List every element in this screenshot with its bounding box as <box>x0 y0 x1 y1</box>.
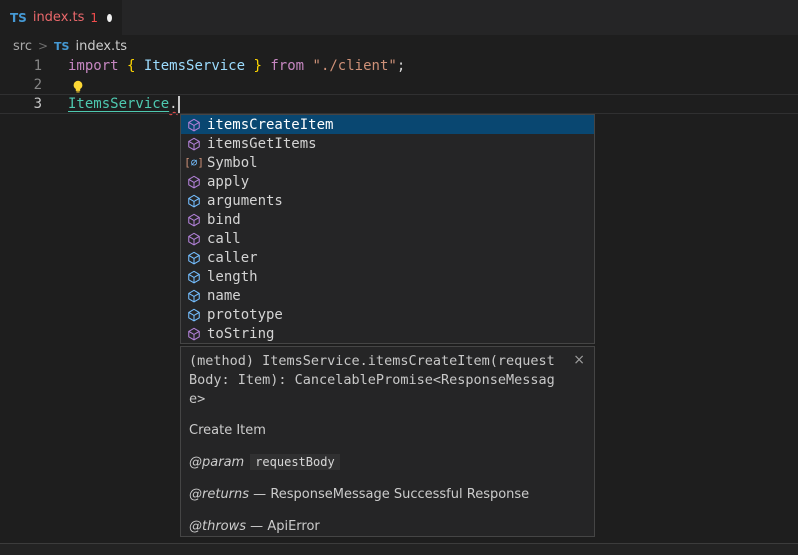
modified-dot-icon[interactable] <box>107 14 112 22</box>
suggest-item-bind[interactable]: bind <box>181 210 594 229</box>
suggest-label: arguments <box>207 193 283 209</box>
code-token: ItemsService <box>144 58 245 74</box>
code-token: "./client" <box>313 58 397 74</box>
suggest-label: itemsGetItems <box>207 136 317 152</box>
code-line[interactable]: 3ItemsService. <box>0 95 798 114</box>
symbol-method-icon <box>186 174 202 190</box>
tag-value: requestBody <box>250 454 339 470</box>
tab-bar: TS index.ts 1 <box>0 0 798 35</box>
code-text: import { ItemsService } from "./client"; <box>42 57 405 76</box>
breadcrumb-folder[interactable]: src <box>13 39 32 54</box>
line-number: 3 <box>0 95 42 114</box>
close-icon[interactable]: × <box>573 352 585 368</box>
typescript-file-icon: TS <box>54 40 69 53</box>
tag-dash: — <box>249 487 270 502</box>
tag-value: ApiError <box>267 519 319 534</box>
tag-name: @throws <box>189 519 246 534</box>
signature-line: (method) ItemsService.itemsCreateItem(re… <box>189 352 586 371</box>
doc-tags: @param requestBody @returns — ResponseMess… <box>189 455 586 534</box>
suggest-label: name <box>207 288 241 304</box>
code-token <box>135 58 143 74</box>
tag-dash: — <box>246 519 267 534</box>
symbol-method-icon <box>186 212 202 228</box>
signature-block: (method) ItemsService.itemsCreateItem(re… <box>189 352 586 409</box>
tab-filename: index.ts <box>33 10 85 25</box>
vscode-window: TS index.ts 1 src > TS index.ts 1import … <box>0 0 798 555</box>
suggest-item-apply[interactable]: apply <box>181 172 594 191</box>
suggest-label: call <box>207 231 241 247</box>
suggest-item-call[interactable]: call <box>181 229 594 248</box>
line-number: 2 <box>0 76 42 95</box>
doc-tag-throws: @throws — ApiError <box>189 519 586 534</box>
suggest-label: Symbol <box>207 155 258 171</box>
code-token <box>304 58 312 74</box>
suggest-label: prototype <box>207 307 283 323</box>
symbol-field-icon <box>186 307 202 323</box>
suggest-label: bind <box>207 212 241 228</box>
current-line-border-top <box>0 94 798 95</box>
tab-error-count-badge: 1 <box>90 11 98 25</box>
text-cursor <box>178 96 180 113</box>
code-lines: 1import { ItemsService } from "./client"… <box>0 57 798 114</box>
breadcrumb-file[interactable]: index.ts <box>75 39 127 54</box>
doc-tag-returns: @returns — ResponseMessage Successful Re… <box>189 487 586 502</box>
symbol-method-icon <box>186 231 202 247</box>
symbol-field-icon <box>186 269 202 285</box>
suggest-label: length <box>207 269 258 285</box>
code-token: from <box>270 58 304 74</box>
code-token: ; <box>397 58 405 74</box>
symbol-field-icon <box>186 250 202 266</box>
code-token: ItemsService <box>68 96 169 112</box>
code-token <box>119 58 127 74</box>
suggest-item-name[interactable]: name <box>181 286 594 305</box>
symbol-method-icon <box>186 326 202 342</box>
symbol-method-icon <box>186 136 202 152</box>
suggest-item-caller[interactable]: caller <box>181 248 594 267</box>
tab-index-ts[interactable]: TS index.ts 1 <box>0 0 122 35</box>
suggest-item-itemsGetItems[interactable]: itemsGetItems <box>181 134 594 153</box>
code-token: } <box>253 58 261 74</box>
signature-line: Body: Item): CancelablePromise<ResponseM… <box>189 371 586 390</box>
suggest-item-arguments[interactable]: arguments <box>181 191 594 210</box>
code-text <box>42 76 68 95</box>
typescript-file-icon: TS <box>10 11 27 25</box>
code-line[interactable]: 2 <box>0 76 798 95</box>
suggest-item-toString[interactable]: toString <box>181 324 594 343</box>
line-number: 1 <box>0 57 42 76</box>
bottom-strip <box>0 544 798 555</box>
symbol-field-icon <box>186 193 202 209</box>
suggest-label: caller <box>207 250 258 266</box>
suggest-docs-panel: (method) ItemsService.itemsCreateItem(re… <box>180 346 595 537</box>
lightbulb-icon[interactable] <box>71 79 85 98</box>
doc-description: Create Item <box>189 423 586 438</box>
suggest-item-length[interactable]: length <box>181 267 594 286</box>
code-line[interactable]: 1import { ItemsService } from "./client"… <box>0 57 798 76</box>
suggest-item-Symbol[interactable]: [∅] Symbol <box>181 153 594 172</box>
suggest-item-prototype[interactable]: prototype <box>181 305 594 324</box>
code-token: import <box>68 58 119 74</box>
symbol-method-icon <box>186 117 202 133</box>
breadcrumb: src > TS index.ts <box>0 35 798 57</box>
suggest-label: apply <box>207 174 249 190</box>
suggest-label: toString <box>207 326 274 342</box>
signature-line: e> <box>189 390 586 409</box>
tag-name: @returns <box>189 487 249 502</box>
tag-name: @param <box>189 455 244 470</box>
code-text: ItemsService. <box>42 95 178 114</box>
tag-value: ResponseMessage Successful Response <box>270 487 529 502</box>
chevron-right-icon: > <box>38 39 48 53</box>
suggest-widget: itemsCreateItem itemsGetItems [∅] Symbol app… <box>180 114 595 344</box>
code-token: . <box>169 96 177 112</box>
doc-tag-param: @param requestBody <box>189 455 586 470</box>
suggest-item-itemsCreateItem[interactable]: itemsCreateItem <box>181 115 594 134</box>
suggest-label: itemsCreateItem <box>207 117 333 133</box>
symbol-field-icon <box>186 288 202 304</box>
symbol-property-icon: [∅] <box>186 155 202 171</box>
